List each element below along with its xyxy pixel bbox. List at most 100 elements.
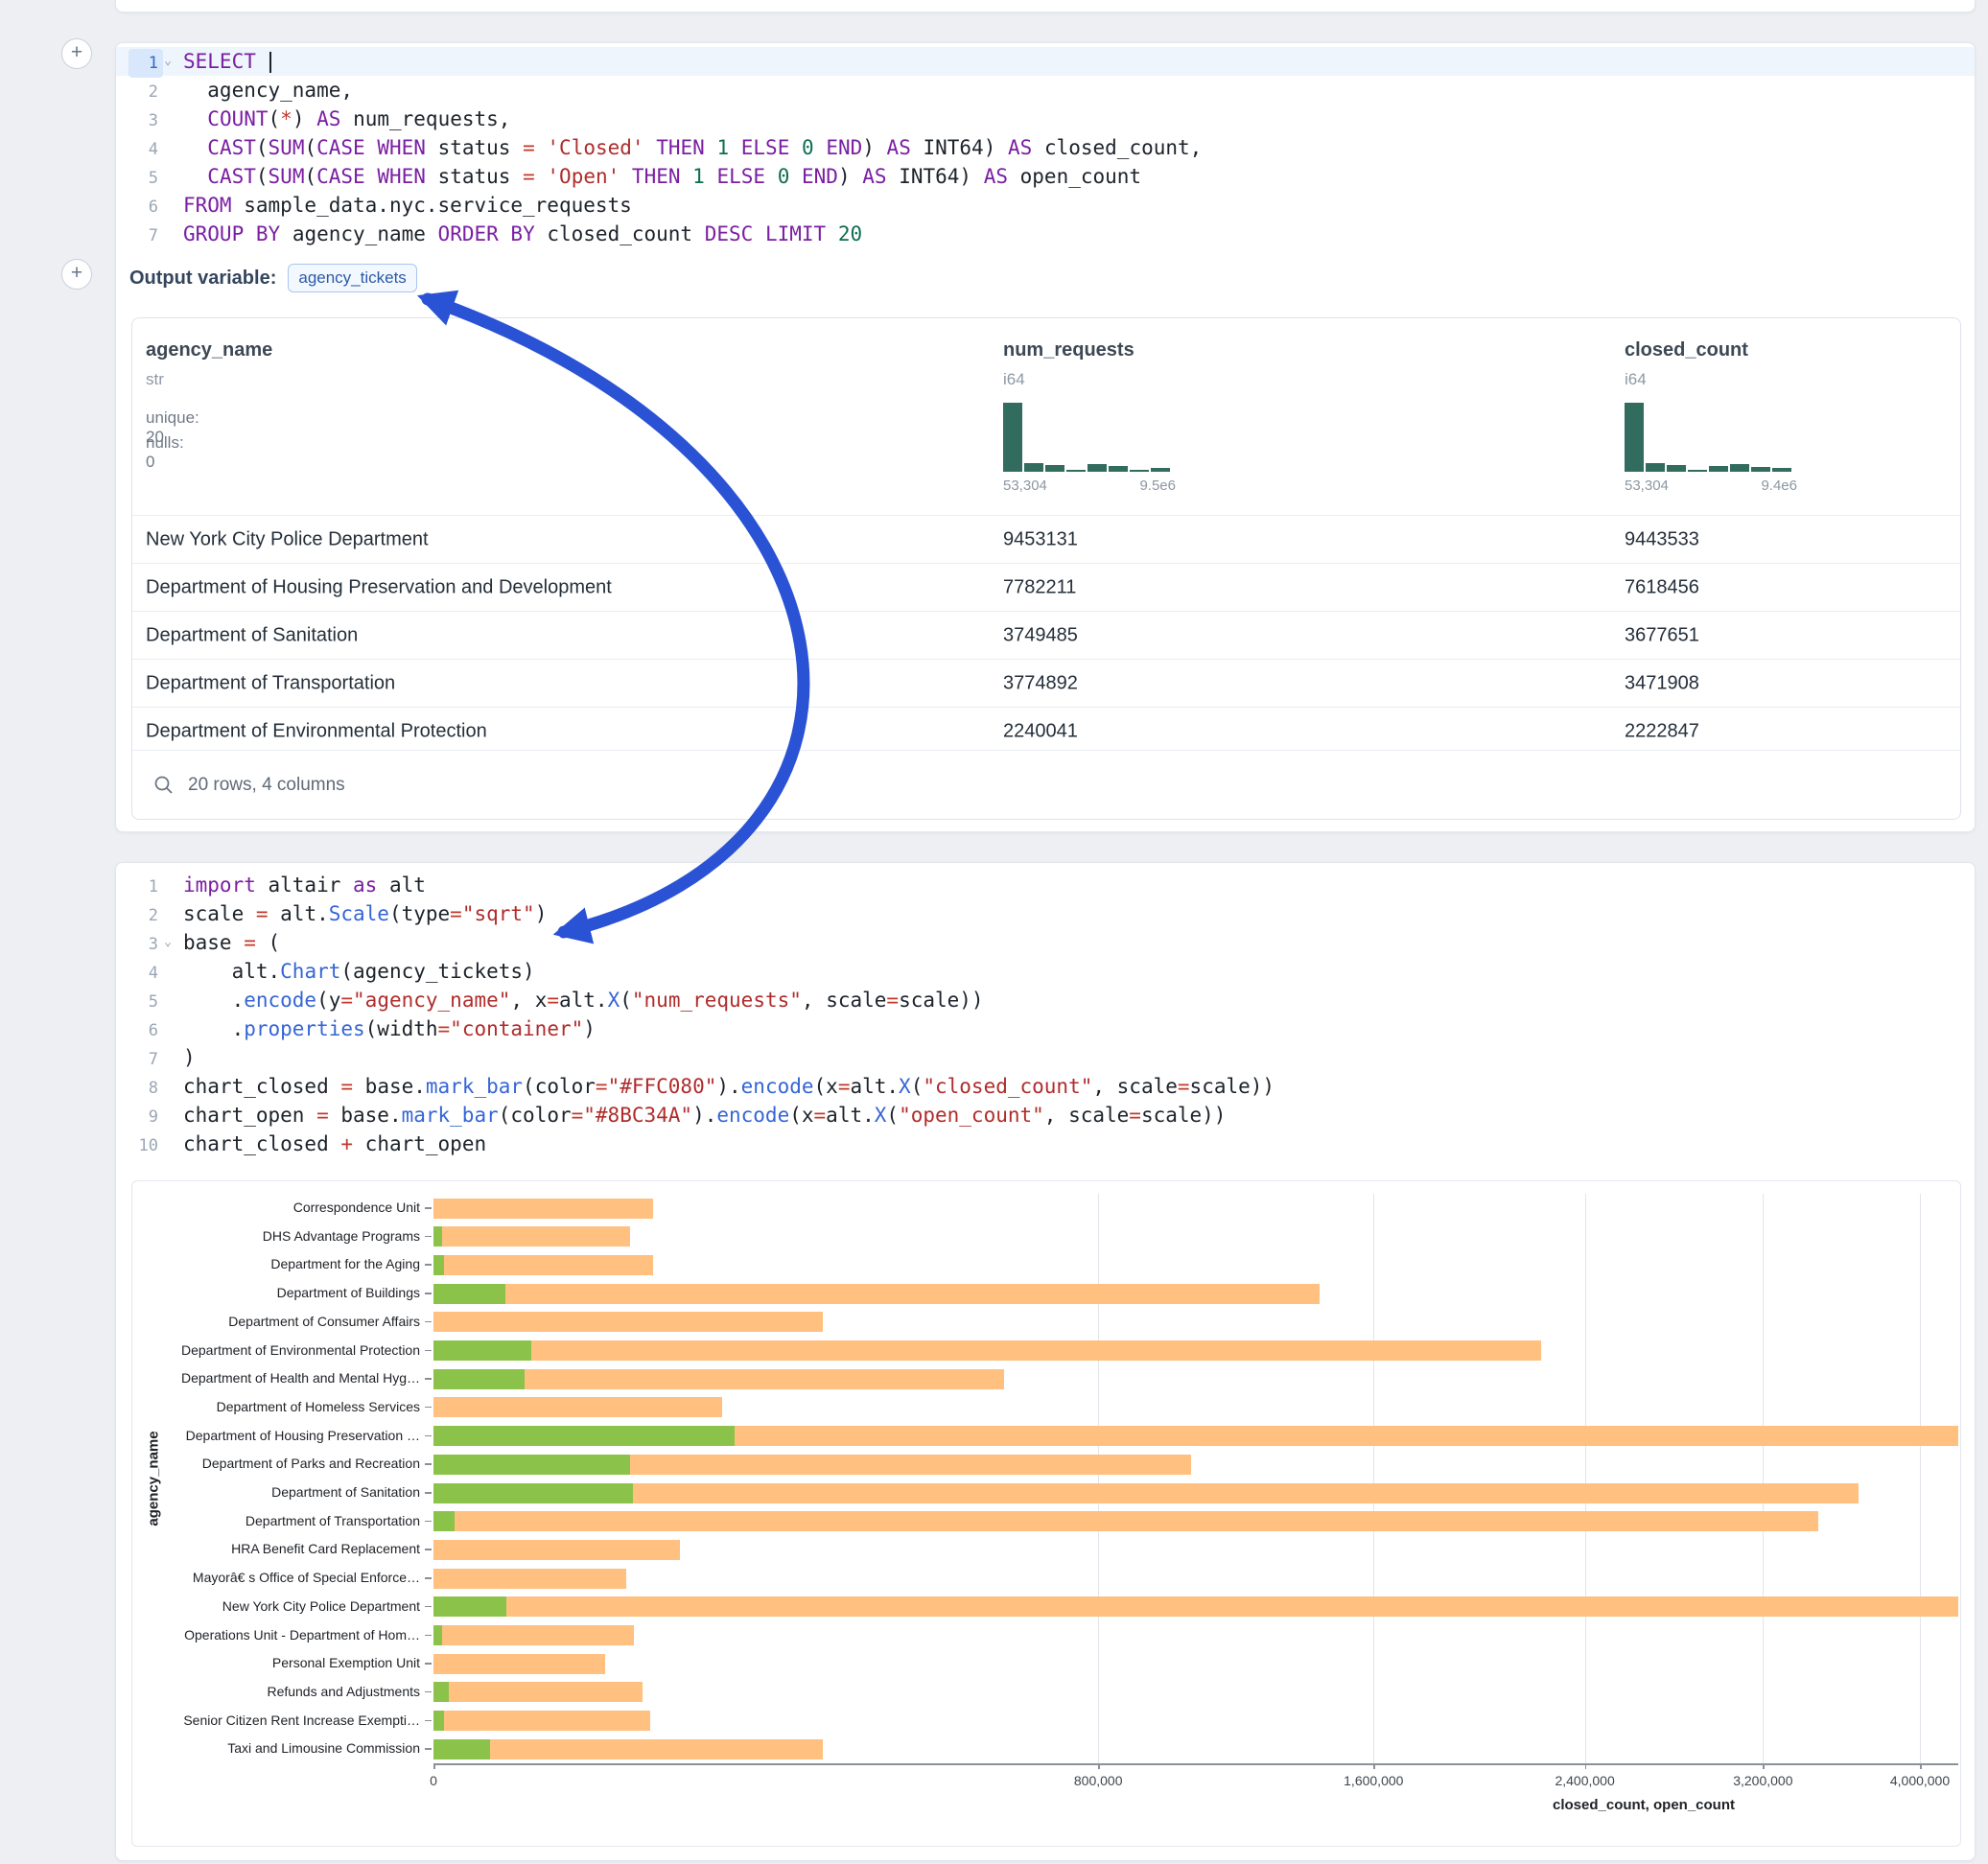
y-axis-tick <box>425 1350 432 1352</box>
fold-slot <box>158 1043 177 1072</box>
column-name: closed_count <box>1625 339 1748 361</box>
code-token: AS <box>887 136 911 159</box>
code-line-text: base = ( <box>177 928 280 957</box>
agency-name-cell: Department of Housing Preservation and D… <box>146 576 612 598</box>
bar-closed-count <box>433 1397 722 1417</box>
notebook-page: + + 1⌄SELECT 2 agency_name,3 COUNT(*) AS… <box>0 0 1988 1864</box>
table-footer: 20 rows, 4 columns <box>132 750 1960 819</box>
code-token: . <box>183 989 244 1012</box>
code-token: = <box>572 1104 584 1127</box>
y-axis-tick-label: Operations Unit - Department of Hom… <box>132 1627 420 1643</box>
bar-closed-count <box>433 1625 634 1645</box>
output-variable-pill[interactable]: agency_tickets <box>288 264 416 292</box>
value-cell: 7618456 <box>1625 576 1699 598</box>
code-token: X <box>608 989 620 1012</box>
add-cell-button[interactable]: + <box>61 259 92 290</box>
code-token <box>535 165 548 188</box>
agency-name-cell: Department of Sanitation <box>146 624 358 646</box>
histogram-max-label: 9.4e6 <box>1761 478 1797 494</box>
code-token: ( <box>911 1075 924 1098</box>
fold-caret-icon[interactable]: ⌄ <box>158 47 177 76</box>
code-token: CASE <box>316 136 365 159</box>
bar-open-count <box>433 1625 442 1645</box>
y-axis-tick <box>425 1691 432 1693</box>
line-number-text: 6 <box>133 1016 158 1045</box>
code-token: "sqrt" <box>462 902 535 925</box>
code-token <box>789 165 802 188</box>
code-token: ) <box>838 165 862 188</box>
line-number-text: 4 <box>133 959 158 988</box>
sql-code-editor[interactable]: 1⌄SELECT 2 agency_name,3 COUNT(*) AS num… <box>116 47 1975 248</box>
table-row[interactable]: Department of Housing Preservation and D… <box>132 563 1960 611</box>
y-axis-tick <box>425 1663 432 1665</box>
y-axis-tick-label: Department of Buildings <box>132 1285 420 1300</box>
code-line-text: scale = alt.Scale(type="sqrt") <box>177 899 547 928</box>
y-axis-tick <box>425 1577 432 1579</box>
code-token: alt. <box>850 1075 899 1098</box>
fold-slot <box>158 105 177 133</box>
code-token: = <box>340 989 353 1012</box>
x-axis-tick-label: 1,600,000 <box>1344 1773 1403 1788</box>
bar-closed-count <box>433 1284 1320 1304</box>
code-line: 7GROUP BY agency_name ORDER BY closed_co… <box>116 220 1975 248</box>
code-token <box>256 50 269 73</box>
code-token <box>705 165 717 188</box>
fold-caret-icon[interactable]: ⌄ <box>158 928 177 957</box>
code-token: 'Open' <box>547 165 620 188</box>
code-token: 0 <box>778 165 790 188</box>
code-line-text: CAST(SUM(CASE WHEN status = 'Open' THEN … <box>177 162 1141 191</box>
code-line: 2 agency_name, <box>116 76 1975 105</box>
table-row[interactable]: Department of Sanitation37494853677651 <box>132 611 1960 659</box>
line-number-text: 10 <box>133 1131 158 1160</box>
code-token: ( <box>304 136 316 159</box>
code-line: 5 CAST(SUM(CASE WHEN status = 'Open' THE… <box>116 162 1975 191</box>
code-token: "agency_name" <box>353 989 510 1012</box>
y-axis-tick <box>425 1435 432 1437</box>
code-token: scale)) <box>1190 1075 1275 1098</box>
agency-name-cell: New York City Police Department <box>146 528 429 550</box>
code-token <box>729 136 741 159</box>
histogram-bar <box>1625 403 1644 472</box>
code-line: 6 .properties(width="container") <box>116 1014 1975 1043</box>
y-axis-tick <box>425 1492 432 1494</box>
bar-closed-count <box>433 1682 643 1702</box>
table-row[interactable]: Department of Environmental Protection22… <box>132 707 1960 755</box>
fold-slot <box>158 1014 177 1043</box>
table-row[interactable]: Department of Transportation377489234719… <box>132 659 1960 707</box>
line-number: 6 <box>116 1014 158 1043</box>
code-line: 7) <box>116 1043 1975 1072</box>
code-token: = <box>523 165 535 188</box>
y-axis-tick-label: Senior Citizen Rent Increase Exempti… <box>132 1713 420 1728</box>
column-name: agency_name <box>146 339 272 361</box>
y-axis-tick-label: New York City Police Department <box>132 1598 420 1614</box>
python-code-editor[interactable]: 1import altair as alt2scale = alt.Scale(… <box>116 871 1975 1158</box>
code-token: scale <box>183 902 256 925</box>
code-token: = <box>1129 1104 1141 1127</box>
code-line: 10chart_closed + chart_open <box>116 1130 1975 1158</box>
code-token: AS <box>316 107 340 130</box>
code-token: X <box>899 1075 911 1098</box>
line-number: 4 <box>116 133 158 162</box>
fold-slot <box>158 957 177 986</box>
code-token: base. <box>329 1104 402 1127</box>
line-number-text: 6 <box>133 193 158 221</box>
histogram-bar <box>1772 468 1791 472</box>
table-row[interactable]: New York City Police Department945313194… <box>132 515 1960 563</box>
line-number: 8 <box>116 1072 158 1101</box>
code-token: GROUP <box>183 222 244 245</box>
code-token: = <box>838 1075 851 1098</box>
code-token: "#FFC080" <box>608 1075 717 1098</box>
code-token: (color <box>499 1104 572 1127</box>
line-number-text: 1 <box>133 873 158 901</box>
gridline <box>1763 1194 1764 1763</box>
y-axis-tick <box>425 1521 432 1523</box>
column-type: str <box>146 370 164 389</box>
histogram-min-label: 53,304 <box>1625 478 1669 494</box>
y-axis-tick-label: Refunds and Adjustments <box>132 1684 420 1699</box>
code-token: alt. <box>183 960 280 983</box>
histogram-bar <box>1667 465 1686 472</box>
bar-open-count <box>433 1483 633 1503</box>
add-cell-button[interactable]: + <box>61 38 92 69</box>
search-icon[interactable] <box>153 775 175 796</box>
code-token: + <box>340 1132 353 1155</box>
